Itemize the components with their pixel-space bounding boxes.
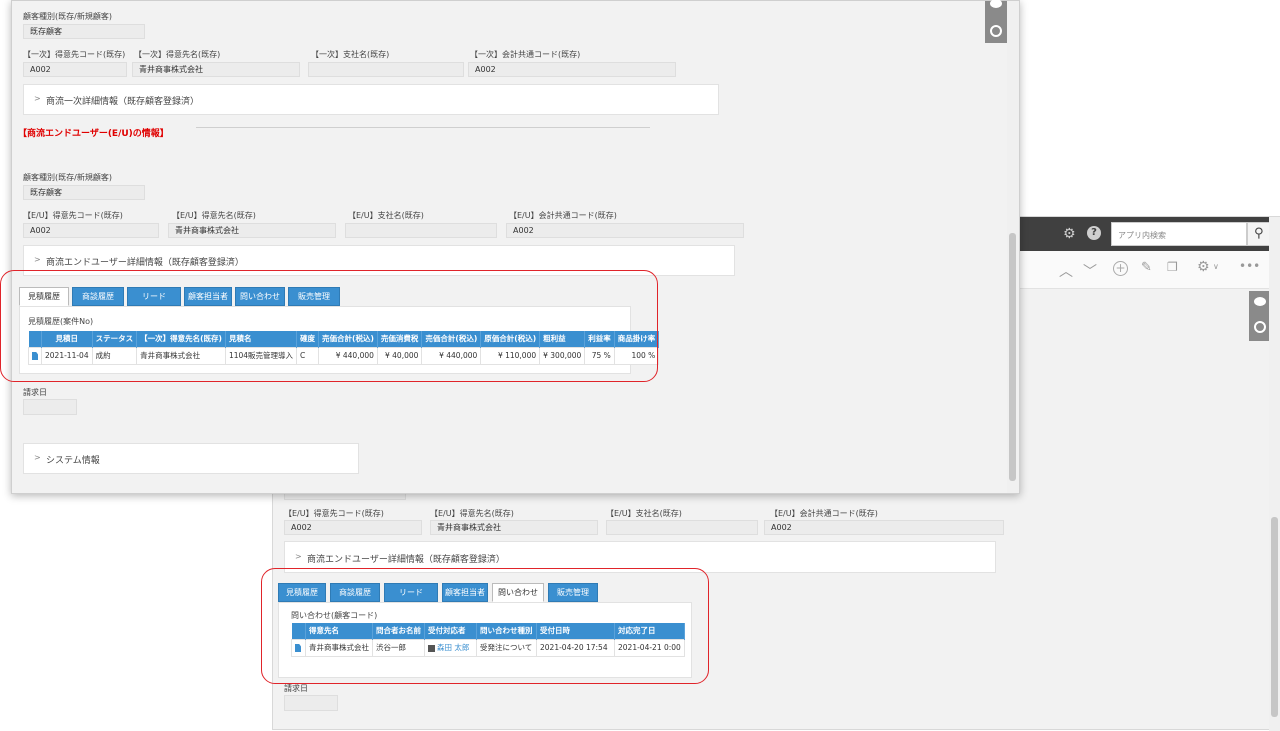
search-icon: ⚲ [1254,226,1264,241]
eu-customer-type-value[interactable]: 既存顧客 [23,185,145,200]
back-invoice-value[interactable] [284,695,338,711]
gear-menu-icon[interactable]: ⚙ [1197,259,1210,275]
help-icon[interactable]: ? [1087,226,1101,240]
more-icon[interactable]: ••• [1239,259,1260,273]
chevron-down-icon[interactable]: ∨ [1213,262,1219,271]
primary-name-value[interactable]: 青井商事株式会社 [132,62,300,77]
check-circle-icon[interactable] [1254,321,1266,333]
eu-account-label: 【E/U】会計共通コード(既存) [770,509,878,518]
back-side-icons [1249,291,1271,341]
back-scrollbar[interactable] [1269,217,1280,731]
eu-branch-value[interactable] [606,520,758,535]
front-window: 顧客種別(既存/新規顧客) 既存顧客 【一次】得意先コード(既存) A002 【… [11,0,1020,494]
eu-branch-label: 【E/U】支社名(既存) [348,211,424,220]
primary-code-label: 【一次】得意先コード(既存) [23,50,126,59]
gear-icon[interactable]: ⚙ [1063,226,1076,242]
eu-code-value[interactable]: A002 [284,520,422,535]
primary-branch-label: 【一次】支社名(既存) [311,50,390,59]
back-action-bar: ︿ ﹀ + ✎ ❐ ⚙ ∨ ••• [1017,251,1280,289]
chevron-right-icon: > [34,453,41,462]
eu-section-divider [196,127,650,128]
primary-branch-value[interactable] [308,62,464,77]
eu-account-value[interactable]: A002 [764,520,1004,535]
front-side-icons [985,0,1007,43]
eu-name-value[interactable]: 青井商事株式会社 [430,520,598,535]
down-icon[interactable]: ﹀ [1083,261,1097,281]
eu-branch-value[interactable] [345,223,497,238]
eu-account-label: 【E/U】会計共通コード(既存) [509,211,617,220]
edit-icon[interactable]: ✎ [1141,260,1152,275]
system-info-label: システム情報 [46,456,100,466]
front-highlight-ring [0,270,658,382]
primary-detail-expander[interactable]: > 商流一次詳細情報（既存顧客登録済） [23,84,719,115]
system-info-expander[interactable]: > システム情報 [23,443,359,474]
back-invoice-label: 請求日 [284,684,308,693]
front-scrollbar[interactable] [1007,1,1019,493]
primary-name-label: 【一次】得意先名(既存) [134,50,221,59]
eu-name-label: 【E/U】得意先名(既存) [430,509,514,518]
primary-detail-label: 商流一次詳細情報（既存顧客登録済） [46,97,200,107]
chevron-right-icon: > [295,552,302,561]
eu-name-value[interactable]: 青井商事株式会社 [168,223,336,238]
back-top-bar: ⚙ ? アプリ内検索 ⚲ [1017,217,1280,251]
primary-account-label: 【一次】会計共通コード(既存) [470,50,581,59]
eu-code-label: 【E/U】得意先コード(既存) [284,509,384,518]
chevron-right-icon: > [34,94,41,103]
primary-account-value[interactable]: A002 [468,62,676,77]
eu-section-title: 【商流エンドユーザー(E/U)の情報】 [18,129,169,139]
check-circle-icon[interactable] [990,25,1002,37]
up-icon[interactable]: ︿ [1059,261,1073,281]
comment-icon[interactable] [1254,297,1266,306]
back-highlight-ring [261,568,709,684]
eu-account-value[interactable]: A002 [506,223,744,238]
eu-code-label: 【E/U】得意先コード(既存) [23,211,123,220]
eu-customer-type-label: 顧客種別(既存/新規顧客) [23,173,112,182]
plus-icon[interactable]: + [1113,261,1128,276]
search-placeholder: アプリ内検索 [1118,231,1166,240]
invoice-value[interactable] [23,399,77,415]
customer-type-label: 顧客種別(既存/新規顧客) [23,12,112,21]
app-search-input[interactable]: アプリ内検索 [1111,222,1247,246]
eu-detail-label: 商流エンドユーザー詳細情報（既存顧客登録済） [46,258,244,268]
primary-code-value[interactable]: A002 [23,62,127,77]
copy-icon[interactable]: ❐ [1167,260,1178,274]
eu-name-label: 【E/U】得意先名(既存) [172,211,256,220]
eu-code-value[interactable]: A002 [23,223,159,238]
invoice-label: 請求日 [23,388,47,397]
comment-icon[interactable] [990,0,1002,8]
eu-detail-label: 商流エンドユーザー詳細情報（既存顧客登録済） [307,555,505,565]
eu-branch-label: 【E/U】支社名(既存) [606,509,682,518]
chevron-right-icon: > [34,255,41,264]
customer-type-value[interactable]: 既存顧客 [23,24,145,39]
